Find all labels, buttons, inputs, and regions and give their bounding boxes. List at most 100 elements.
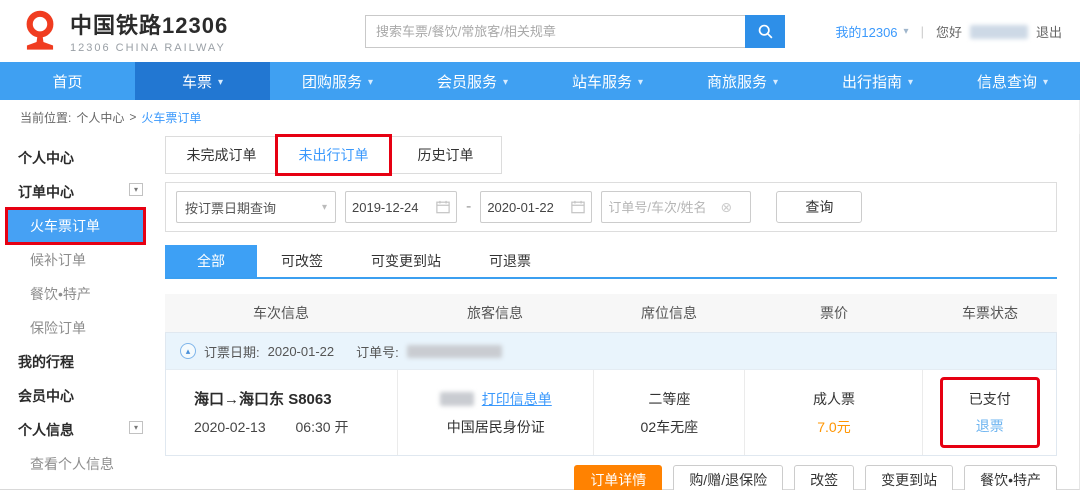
- keyword-input[interactable]: [608, 199, 721, 215]
- dining-specialty-button[interactable]: 餐饮•特产: [964, 465, 1057, 490]
- seat-info-cell: 二等座 02车无座: [593, 370, 744, 455]
- book-date-value: 2020-01-22: [267, 343, 335, 359]
- nav-item-station-services[interactable]: 站车服务 ▾: [540, 62, 675, 100]
- order-detail-row: 海口→海口东 S8063 2020-02-13 06:30 开 打印信息单 中国…: [166, 369, 1056, 455]
- ticket-price: 7.0元: [817, 418, 851, 435]
- nav-item-info-query[interactable]: 信息查询 ▾: [945, 62, 1080, 100]
- train-info-cell: 海口→海口东 S8063 2020-02-13 06:30 开: [166, 370, 397, 455]
- date-range-separator: -: [466, 198, 472, 215]
- subtab-all[interactable]: 全部: [165, 245, 257, 277]
- tab-history-orders[interactable]: 历史订单: [389, 136, 502, 174]
- main-nav: 首页 车票 ▾ 团购服务 ▾ 会员服务 ▾ 站车服务 ▾ 商旅服务 ▾ 出行指南 ▾ 信息查…: [0, 62, 1080, 100]
- payment-status: 已支付: [968, 391, 1011, 407]
- status-cell: 已支付 退票: [922, 370, 1056, 455]
- order-details-button[interactable]: 订单详情: [574, 465, 663, 490]
- depart-date: 2020-02-13: [194, 419, 266, 435]
- refund-link[interactable]: 退票: [976, 416, 1004, 436]
- redacted-username: [969, 24, 1028, 39]
- sidebar-item-train-ticket-orders[interactable]: 火车票订单: [5, 207, 146, 245]
- calendar-icon[interactable]: [571, 200, 586, 214]
- sidebar-item-insurance-orders[interactable]: 保险订单: [0, 312, 165, 344]
- search-icon: [758, 24, 772, 39]
- calendar-icon[interactable]: [436, 200, 450, 214]
- chevron-down-icon: ▾: [772, 76, 779, 88]
- ticket-type: 成人票: [812, 390, 855, 407]
- tab-upcoming-orders[interactable]: 未出行订单: [275, 134, 392, 176]
- main-content: 未完成订单 未出行订单 历史订单 按订票日期查询 ▾ -: [165, 134, 1057, 490]
- logo-title: 中国铁路12306: [70, 13, 229, 38]
- filter-panel: 按订票日期查询 ▾ -: [165, 182, 1057, 232]
- search-button[interactable]: [745, 15, 785, 48]
- breadcrumb-prefix: 当前位置:: [20, 110, 72, 125]
- top-header: 中国铁路12306 12306 CHINA RAILWAY 我的12306 ▾ …: [0, 0, 1080, 62]
- collapse-toggle-icon[interactable]: ▾: [129, 183, 143, 196]
- col-header-passenger-info: 旅客信息: [467, 305, 524, 321]
- nav-item-group-services[interactable]: 团购服务 ▾: [270, 62, 405, 100]
- train-route: 海口→海口东: [194, 391, 285, 408]
- chevron-down-icon: ▾: [1042, 76, 1049, 88]
- nav-item-member-services[interactable]: 会员服务 ▾: [405, 62, 540, 100]
- keyword-field: ⊗: [601, 191, 752, 223]
- chevron-down-icon: ▾: [637, 76, 644, 88]
- order-actions: 订单详情 购/赠/退保险 改签 变更到站 餐饮•特产: [165, 465, 1057, 490]
- sidebar-item-personal-center[interactable]: 个人中心: [0, 142, 165, 174]
- orders-table: 车次信息 旅客信息 席位信息 票价 车票状态 ▴ 订票日期: 2020-01-2…: [165, 294, 1057, 456]
- chevron-down-icon: ▾: [321, 201, 327, 213]
- sidebar-item-dining-specialty[interactable]: 餐饮•特产: [0, 278, 165, 310]
- search-input[interactable]: [365, 15, 745, 48]
- clear-input-icon[interactable]: ⊗: [720, 199, 732, 216]
- date-from-field: [345, 191, 457, 223]
- nav-item-home[interactable]: 首页: [0, 62, 135, 100]
- query-button[interactable]: 查询: [776, 191, 863, 223]
- breadcrumb: 当前位置: 个人中心 > 火车票订单: [0, 100, 1080, 134]
- sidebar: 个人中心 订单中心 ▾ 火车票订单 候补订单 餐饮•特产 保险订单 我的行程 会…: [0, 134, 165, 489]
- divider: |: [920, 24, 924, 39]
- insurance-button[interactable]: 购/赠/退保险: [673, 465, 784, 490]
- filter-subtabs: 全部 可改签 可变更到站 可退票: [165, 245, 1057, 279]
- my-12306-link[interactable]: 我的12306: [835, 22, 897, 41]
- sidebar-item-my-trips[interactable]: 我的行程: [0, 346, 165, 378]
- date-type-select[interactable]: 按订票日期查询 ▾: [176, 191, 336, 223]
- subtab-changeable[interactable]: 可改签: [257, 245, 347, 277]
- seat-class: 二等座: [648, 390, 691, 407]
- breadcrumb-current[interactable]: 火车票订单: [141, 109, 201, 126]
- sidebar-item-personal-info[interactable]: 个人信息 ▾: [0, 414, 165, 446]
- sidebar-item-account-security[interactable]: 账号安全: [0, 482, 165, 490]
- price-cell: 成人票 7.0元: [744, 370, 922, 455]
- nav-item-business-travel[interactable]: 商旅服务 ▾: [675, 62, 810, 100]
- chevron-down-icon: ▾: [907, 76, 914, 88]
- collapse-toggle-icon[interactable]: ▾: [129, 421, 143, 434]
- chevron-down-icon: ▾: [502, 76, 509, 88]
- logo[interactable]: 中国铁路12306 12306 CHINA RAILWAY: [18, 8, 228, 54]
- order-no-label: 订单号:: [356, 344, 399, 360]
- nav-item-tickets[interactable]: 车票 ▾: [135, 62, 270, 100]
- sidebar-item-member-center[interactable]: 会员中心: [0, 380, 165, 412]
- book-date-label: 订票日期:: [204, 344, 260, 360]
- sidebar-item-waitlist-orders[interactable]: 候补订单: [0, 244, 165, 276]
- redacted-order-number: [406, 344, 502, 358]
- sidebar-item-view-personal-info[interactable]: 查看个人信息: [0, 448, 165, 480]
- subtab-destination-changeable[interactable]: 可变更到站: [347, 245, 465, 277]
- breadcrumb-home[interactable]: 个人中心: [76, 109, 124, 126]
- order-group: ▴ 订票日期: 2020-01-22 订单号: 海口→海口东 S8063 202…: [165, 332, 1057, 456]
- logout-link[interactable]: 退出: [1036, 22, 1062, 41]
- china-railway-logo-icon: [26, 10, 54, 50]
- rebook-button[interactable]: 改签: [794, 465, 855, 490]
- print-info-sheet-link[interactable]: 打印信息单: [482, 389, 552, 409]
- date-from-input[interactable]: [352, 199, 432, 215]
- subtab-refundable[interactable]: 可退票: [465, 245, 555, 277]
- chevron-down-icon[interactable]: ▾: [904, 26, 909, 37]
- col-header-train-info: 车次信息: [252, 305, 309, 321]
- col-header-price: 票价: [819, 305, 848, 321]
- date-to-input[interactable]: [487, 199, 568, 215]
- tab-unfinished-orders[interactable]: 未完成订单: [165, 136, 278, 174]
- collapse-order-icon[interactable]: ▴: [180, 343, 196, 359]
- change-destination-button[interactable]: 变更到站: [865, 465, 954, 490]
- redacted-passenger-name: [439, 391, 474, 406]
- nav-item-travel-guide[interactable]: 出行指南 ▾: [810, 62, 945, 100]
- train-number: S8063: [288, 391, 332, 408]
- order-group-header: ▴ 订票日期: 2020-01-22 订单号:: [166, 333, 1056, 369]
- chevron-down-icon: ▾: [217, 76, 224, 88]
- sidebar-item-order-center[interactable]: 订单中心 ▾: [0, 176, 165, 208]
- col-header-ticket-status: 车票状态: [962, 305, 1019, 321]
